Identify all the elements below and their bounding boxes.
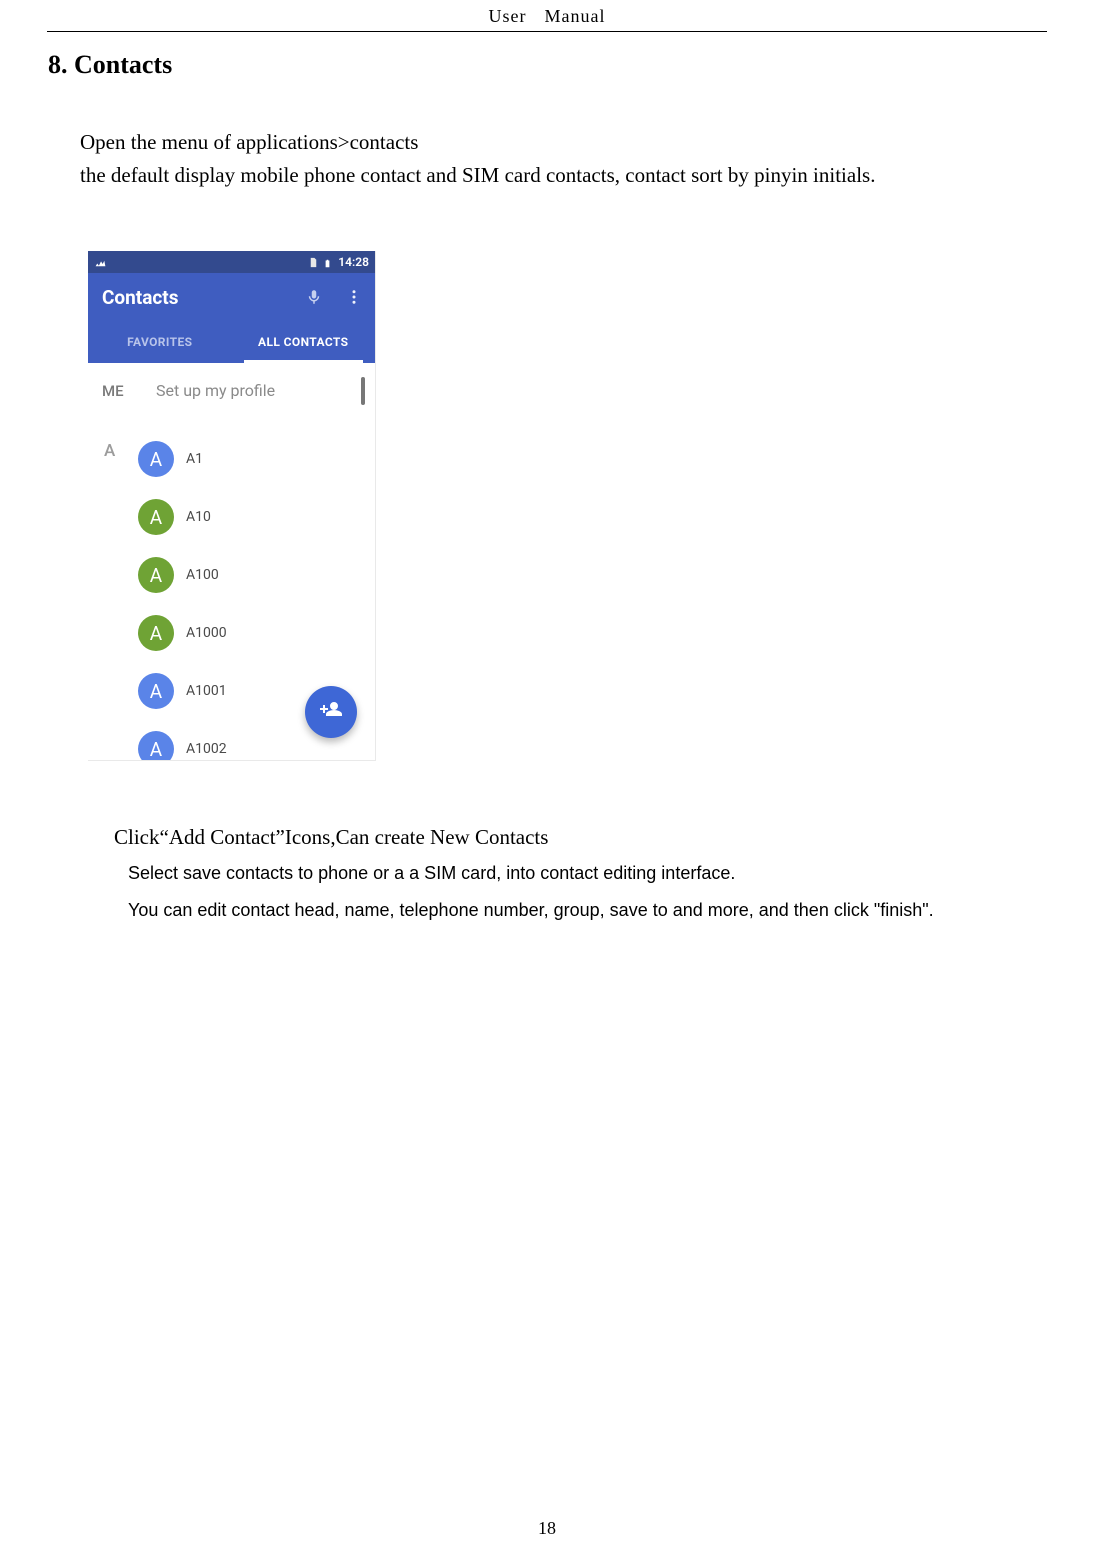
page-number: 18	[0, 1518, 1094, 1539]
add-person-icon	[319, 698, 343, 726]
overflow-menu-icon[interactable]	[345, 288, 363, 306]
contact-name: A1	[186, 451, 203, 467]
voice-search-icon[interactable]	[305, 288, 323, 306]
avatar: A	[138, 441, 174, 477]
contact-name: A1001	[186, 683, 227, 699]
scroll-indicator[interactable]	[361, 377, 365, 405]
list-item[interactable]: A A1000	[138, 604, 375, 662]
battery-icon	[323, 257, 334, 268]
tab-favorites[interactable]: FAVORITES	[88, 321, 232, 363]
me-row[interactable]: ME Set up my profile	[88, 363, 375, 412]
list-item[interactable]: A A100	[138, 546, 375, 604]
instruction-line-3: You can edit contact head, name, telepho…	[128, 897, 1094, 924]
intro-line-2: the default display mobile phone contact…	[80, 159, 1094, 192]
app-title-bar: Contacts	[88, 273, 375, 321]
section-title: 8. Contacts	[48, 50, 1094, 80]
sim-icon	[308, 257, 319, 268]
page-header: User Manual	[47, 0, 1047, 32]
section-letter: A	[104, 441, 115, 461]
list-item[interactable]: A A10	[138, 488, 375, 546]
header-left: User	[489, 6, 527, 26]
add-contact-button[interactable]	[305, 686, 357, 738]
phone-screenshot: 14:28 Contacts FAVORITES ALL CONTACTS ME…	[88, 251, 376, 761]
status-time: 14:28	[338, 255, 369, 269]
contact-name: A1000	[186, 625, 227, 641]
contact-name: A1002	[186, 741, 227, 757]
avatar: A	[138, 615, 174, 651]
app-title: Contacts	[102, 286, 179, 309]
tab-all-contacts[interactable]: ALL CONTACTS	[232, 321, 376, 363]
avatar: A	[138, 557, 174, 593]
list-item[interactable]: A A1	[138, 430, 375, 488]
instruction-line-1: Click“Add Contact”Icons,Can create New C…	[114, 825, 1094, 850]
network-icon	[94, 257, 105, 268]
tab-all-contacts-label: ALL CONTACTS	[258, 335, 348, 349]
header-right: Manual	[545, 6, 606, 26]
tab-favorites-label: FAVORITES	[127, 335, 192, 349]
set-up-profile: Set up my profile	[156, 381, 275, 400]
avatar: A	[138, 673, 174, 709]
intro-line-1: Open the menu of applications>contacts	[80, 126, 1094, 159]
intro-paragraph: Open the menu of applications>contacts t…	[80, 126, 1094, 191]
me-label: ME	[102, 382, 132, 400]
tabs: FAVORITES ALL CONTACTS	[88, 321, 375, 363]
avatar: A	[138, 499, 174, 535]
status-bar: 14:28	[88, 251, 375, 273]
contact-name: A100	[186, 567, 219, 583]
instruction-line-2: Select save contacts to phone or a a SIM…	[128, 860, 1094, 887]
avatar: A	[138, 731, 174, 760]
contact-name: A10	[186, 509, 211, 525]
contacts-list[interactable]: ME Set up my profile A A A1 A A10 A A100…	[88, 363, 375, 760]
